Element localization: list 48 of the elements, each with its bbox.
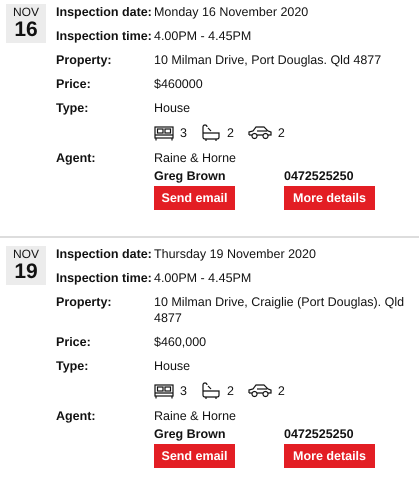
field-value: Monday 16 November 2020 [154, 4, 310, 20]
field-label: Type: [56, 358, 90, 374]
field-value: House [154, 100, 192, 116]
send-email-button[interactable]: Send email [154, 186, 235, 210]
field-label: Type: [56, 100, 90, 116]
feature-count: 2 [278, 383, 285, 399]
agent-phone: 0472525250 [284, 168, 354, 184]
feature-count: 3 [180, 383, 187, 399]
agent-name: Greg Brown [154, 426, 227, 442]
agent-name: Greg Brown [154, 168, 227, 184]
field-value: $460000 [154, 76, 204, 92]
feature-count: 2 [226, 125, 234, 141]
date-month: NOV [12, 6, 39, 19]
field-value: House [154, 358, 192, 374]
car-icon [248, 384, 272, 398]
agent-phone: 0472525250 [284, 426, 354, 442]
field-value: $460,000 [154, 334, 208, 350]
field-value: 4.00PM - 4.45PM [154, 270, 252, 286]
field-label: Inspection time: [56, 270, 153, 286]
field-value: 10 Milman Drive, Craiglie (Port Douglas). Qld 4877 [154, 294, 406, 326]
feature-count: 3 [180, 125, 187, 141]
send-email-button[interactable]: Send email [154, 444, 235, 468]
date-day: 16 [14, 19, 38, 41]
more-details-button[interactable]: More details [284, 186, 375, 210]
agency-name: Raine & Horne [154, 150, 237, 166]
car-icon [248, 126, 272, 140]
field-value: 10 Milman Drive, Port Douglas. Qld 4877 [154, 52, 382, 68]
date-month: NOV [12, 248, 39, 261]
field-label: Price: [56, 334, 92, 350]
bed-icon [154, 383, 174, 399]
bed-icon [154, 125, 174, 141]
more-details-button[interactable]: More details [284, 444, 375, 468]
feature-count: 2 [278, 125, 285, 141]
agency-name: Raine & Horne [154, 408, 237, 424]
bath-icon [200, 382, 221, 400]
date-day: 19 [14, 261, 38, 283]
field-label: Inspection time: [56, 28, 153, 44]
field-value: Thursday 19 November 2020 [154, 246, 317, 262]
bath-icon [200, 124, 221, 142]
feature-count: 2 [226, 383, 234, 399]
field-label: Agent: [56, 150, 97, 166]
field-value: 4.00PM - 4.45PM [154, 28, 252, 44]
field-label: Inspection date: [56, 246, 153, 262]
field-label: Agent: [56, 408, 97, 424]
field-label: Inspection date: [56, 4, 153, 20]
field-label: Property: [56, 294, 113, 310]
field-label: Property: [56, 52, 113, 68]
field-label: Price: [56, 76, 92, 92]
